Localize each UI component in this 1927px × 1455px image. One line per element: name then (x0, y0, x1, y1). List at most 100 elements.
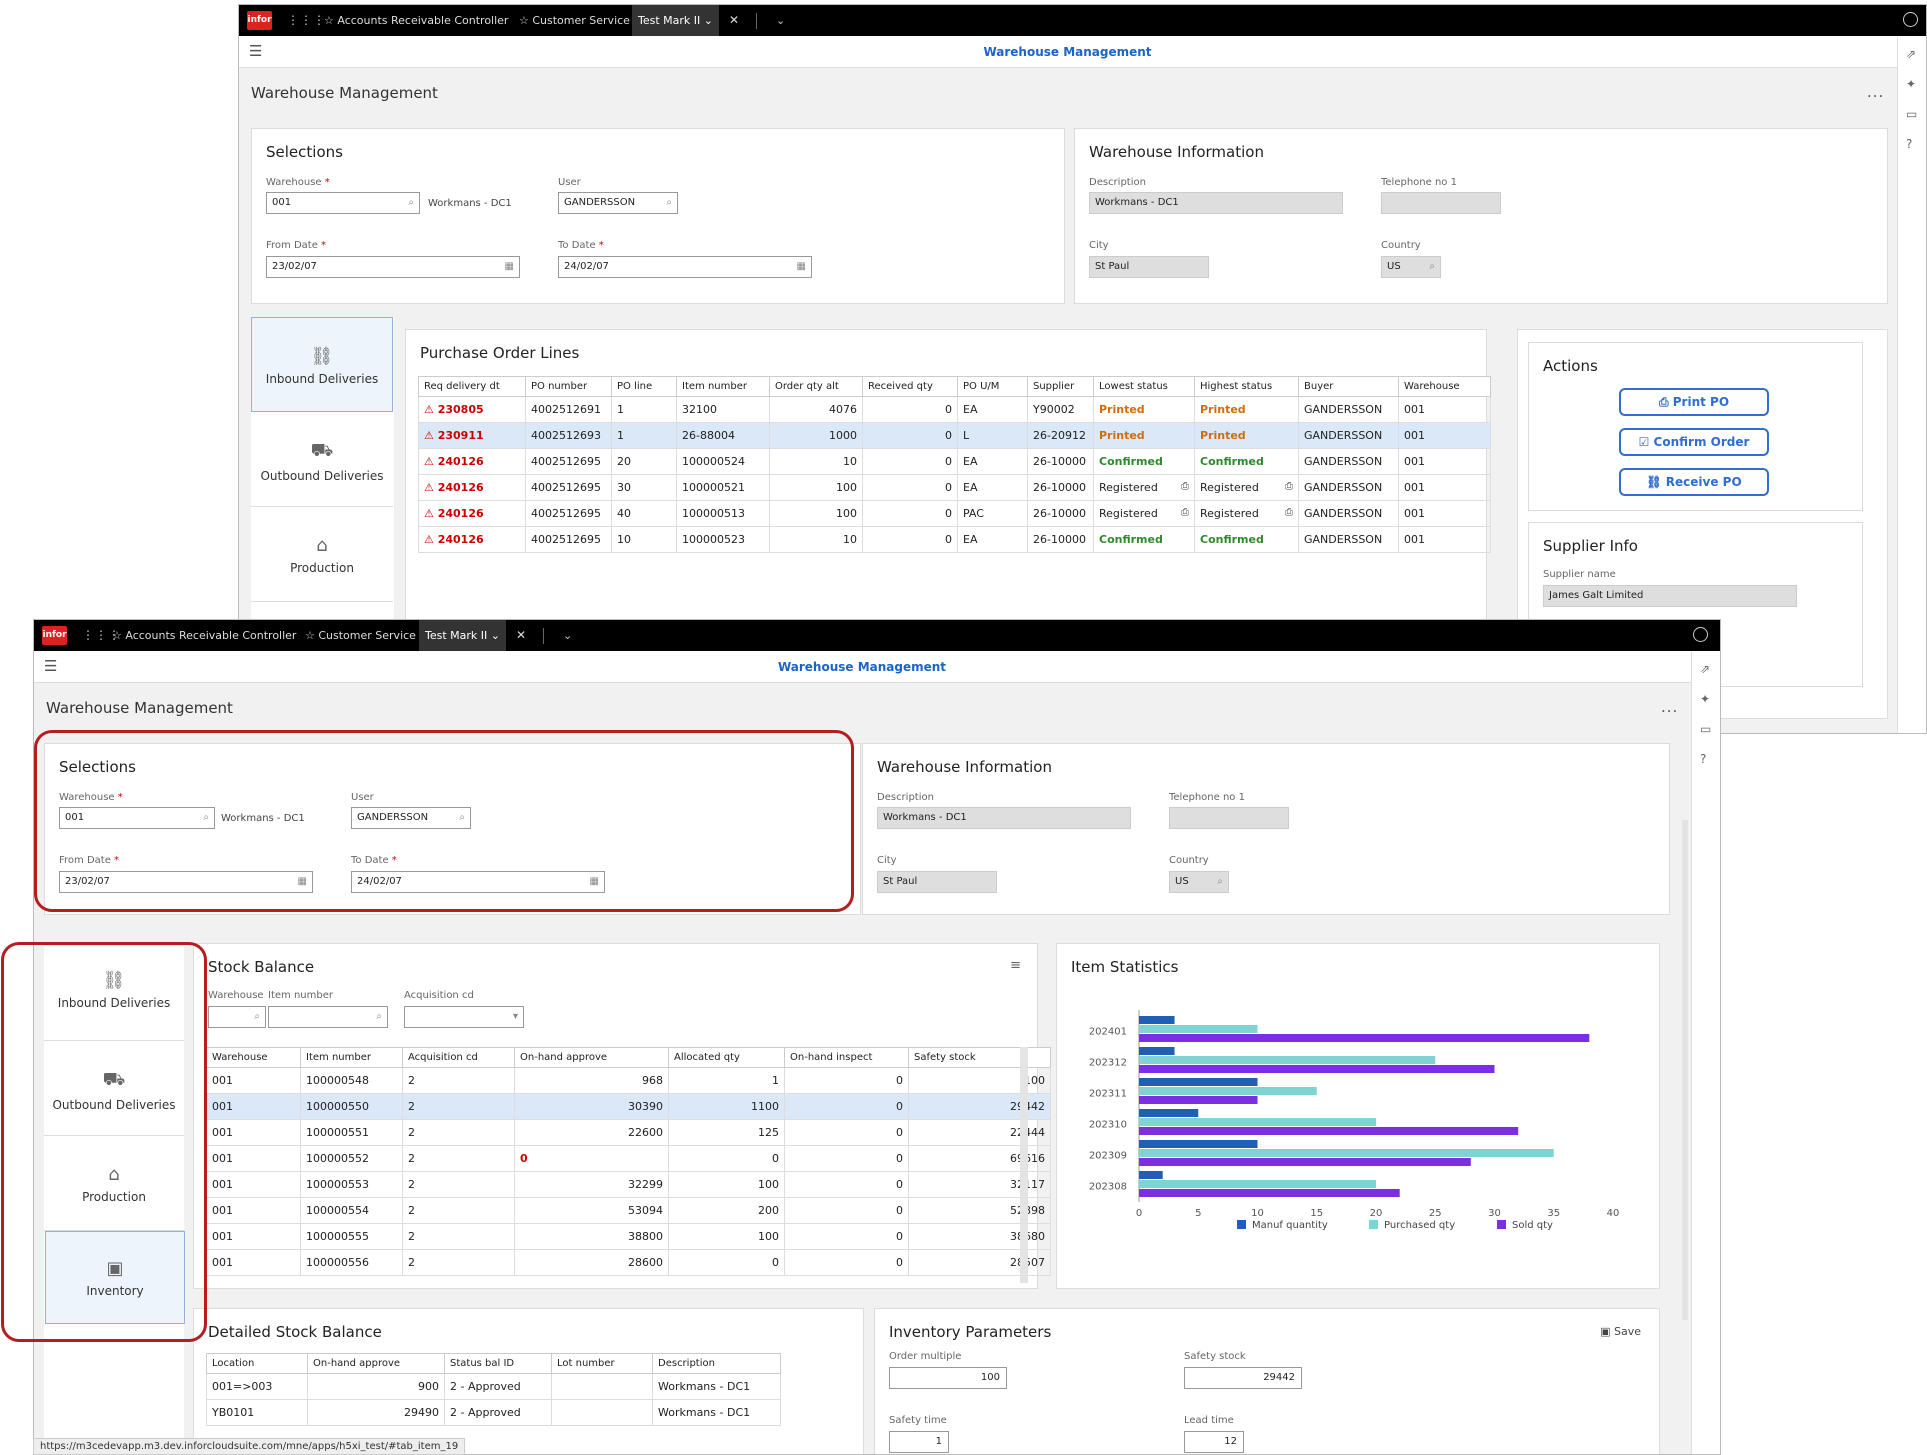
table-row[interactable]: 001100000552200069616 (206, 1145, 1051, 1172)
column-header: Lowest status (1093, 376, 1195, 397)
column-header: Highest status (1194, 376, 1299, 397)
bar (1139, 1118, 1376, 1126)
table-row[interactable]: 0011000005502303901100029442 (206, 1093, 1051, 1120)
table-row[interactable]: YB0101 29490 2 - Approved Workmans - DC1 (206, 1399, 781, 1426)
nav-production[interactable]: ⌂ Production (251, 507, 393, 602)
filter-acquisition-select[interactable]: ▾ (404, 1006, 524, 1028)
search-icon[interactable]: ⌕ (254, 1007, 260, 1027)
close-tab-icon[interactable]: ✕ (516, 620, 526, 651)
search-icon[interactable]: ⌕ (408, 193, 414, 213)
page-title: Warehouse Management (46, 699, 233, 717)
more-icon[interactable]: ... (1661, 698, 1678, 716)
caret-down-icon[interactable]: ▾ (513, 1007, 518, 1027)
from-date-input[interactable]: 23/02/07 ▦ (266, 256, 520, 278)
user-input[interactable]: GANDERSSON ⌕ (558, 192, 678, 214)
page-scrollbar[interactable] (1682, 820, 1688, 1320)
table-cell: 0 (668, 1249, 785, 1276)
filter-warehouse-input[interactable]: ⌕ (208, 1006, 266, 1028)
close-tab-icon[interactable]: ✕ (729, 5, 739, 36)
tab-accounts-receivable[interactable]: ☆ Accounts Receivable Controller (324, 5, 508, 36)
tab-customer-service[interactable]: ☆ Customer Service (305, 620, 416, 651)
safety-time-label: Safety time (889, 1415, 947, 1426)
table-cell: 10 (769, 448, 863, 475)
search-icon[interactable]: ⌕ (376, 1007, 382, 1027)
more-icon[interactable]: ... (1867, 83, 1884, 101)
calendar-icon[interactable]: ▦ (797, 257, 806, 277)
user-icon[interactable] (1903, 12, 1918, 27)
lead-time-input[interactable]: 12 (1184, 1431, 1244, 1453)
calendar-icon[interactable]: ▦ (505, 257, 514, 277)
y-tick-label: 202309 (1089, 1151, 1127, 1162)
tab-label: Accounts Receivable Controller (337, 14, 509, 27)
nav-inbound-deliveries[interactable]: ⛓ Inbound Deliveries (251, 317, 393, 412)
table-row[interactable]: 001=>003 900 2 - Approved Workmans - DC1 (206, 1373, 781, 1400)
status-text: Printed (1200, 429, 1246, 442)
receive-po-button[interactable]: ⛓ Receive PO (1619, 468, 1769, 496)
app-grid-icon[interactable]: ⋮⋮⋮ (287, 13, 326, 27)
supplier-name-label: Supplier name (1543, 569, 1616, 580)
tab-test-mark-ii[interactable]: Test Mark II ⌄ (419, 620, 506, 651)
table-row[interactable]: ⚠ 240126 4002512695 30 100000521 100 0 EA 26-10… (418, 474, 1491, 501)
table-row[interactable]: 001100000555238800100038680 (206, 1223, 1051, 1250)
help-icon[interactable]: ? (1700, 752, 1706, 766)
help-icon[interactable]: ? (1906, 137, 1912, 151)
save-button[interactable]: ▣ Save (1600, 1325, 1641, 1338)
column-header: Safety stock (908, 1047, 1051, 1068)
table-row[interactable]: 001100000553232299100032117 (206, 1171, 1051, 1198)
table-row[interactable]: 001100000551222600125022444 (206, 1119, 1051, 1146)
table-cell: 100000523 (676, 526, 770, 553)
sparkle-icon[interactable]: ✦ (1700, 692, 1710, 706)
table-cell: 4002512691 (525, 396, 612, 423)
user-icon[interactable] (1693, 627, 1708, 642)
table-row[interactable]: 001100000554253094200052898 (206, 1197, 1051, 1224)
tab-test-mark-ii[interactable]: Test Mark II ⌄ (632, 5, 719, 36)
tab-accounts-receivable[interactable]: ☆ Accounts Receivable Controller (112, 620, 296, 651)
table-cell: Workmans - DC1 (652, 1399, 781, 1426)
to-date-input[interactable]: 24/02/07 ▦ (558, 256, 812, 278)
table-row[interactable]: ⚠ 230911 4002512693 1 26-88004 1000 0 L 26-2091… (418, 422, 1491, 449)
safety-stock-input[interactable]: 29442 (1184, 1367, 1302, 1389)
print-po-button[interactable]: ⎙ Print PO (1619, 388, 1769, 416)
inbox-icon[interactable]: ▭ (1906, 107, 1917, 121)
status-text: Confirmed (1200, 533, 1264, 546)
table-row[interactable]: 001 100000548 2 968 1 0 100 (206, 1067, 1051, 1094)
table-cell: 10 (769, 526, 863, 553)
chevron-down-icon[interactable]: ⌄ (563, 620, 572, 651)
sparkle-icon[interactable]: ✦ (1906, 77, 1916, 91)
table-cell: 100000552 (300, 1145, 403, 1172)
table-cell: 0 (862, 526, 958, 553)
filter-icon[interactable]: ≡ (1010, 958, 1021, 973)
table-row[interactable]: ⚠ 230805 4002512691 1 32100 4076 0 EA Y90002 Pri… (418, 396, 1491, 423)
safety-stock-label: Safety stock (1184, 1351, 1246, 1362)
legend-manuf: Manuf quantity (1237, 1220, 1328, 1231)
warehouse-info-card: Warehouse Information Description Workma… (1074, 128, 1888, 304)
share-icon[interactable]: ⇗ (1700, 662, 1710, 676)
to-date-label: To Date * (558, 240, 604, 251)
column-header: Warehouse (206, 1047, 301, 1068)
table-cell: Registered ⎙ (1093, 500, 1195, 527)
tab-customer-service[interactable]: ☆ Customer Service (519, 5, 630, 36)
table-cell: ⚠ 240126 (418, 500, 526, 527)
card-title: Detailed Stock Balance (208, 1323, 382, 1341)
table-row[interactable]: ⚠ 240126 4002512695 40 100000513 100 0 PAC 26-1… (418, 500, 1491, 527)
table-scrollbar[interactable] (1020, 1047, 1028, 1283)
table-cell: 38680 (908, 1223, 1051, 1250)
table-row[interactable]: ⚠ 240126 4002512695 20 100000524 10 0 EA 26-100… (418, 448, 1491, 475)
filter-item-input[interactable]: ⌕ (268, 1006, 388, 1028)
table-cell: 0 (668, 1145, 785, 1172)
warehouse-input[interactable]: 001 ⌕ (266, 192, 420, 214)
safety-time-input[interactable]: 1 (889, 1431, 949, 1453)
order-multiple-input[interactable]: 100 (889, 1367, 1007, 1389)
table-cell: 968 (514, 1067, 669, 1094)
inbox-icon[interactable]: ▭ (1700, 722, 1711, 736)
table-row[interactable]: 0011000005562286000028507 (206, 1249, 1051, 1276)
x-tick-label: 35 (1547, 1208, 1560, 1219)
description-label: Description (877, 792, 934, 803)
nav-outbound-deliveries[interactable]: ⛟ Outbound Deliveries (251, 412, 393, 507)
table-row[interactable]: ⚠ 240126 4002512695 10 100000523 10 0 EA 26-100… (418, 526, 1491, 553)
bar (1139, 1171, 1163, 1179)
share-icon[interactable]: ⇗ (1906, 47, 1916, 61)
confirm-order-button[interactable]: ☑ Confirm Order (1619, 428, 1769, 456)
search-icon[interactable]: ⌕ (666, 193, 672, 213)
chevron-down-icon[interactable]: ⌄ (776, 5, 785, 36)
